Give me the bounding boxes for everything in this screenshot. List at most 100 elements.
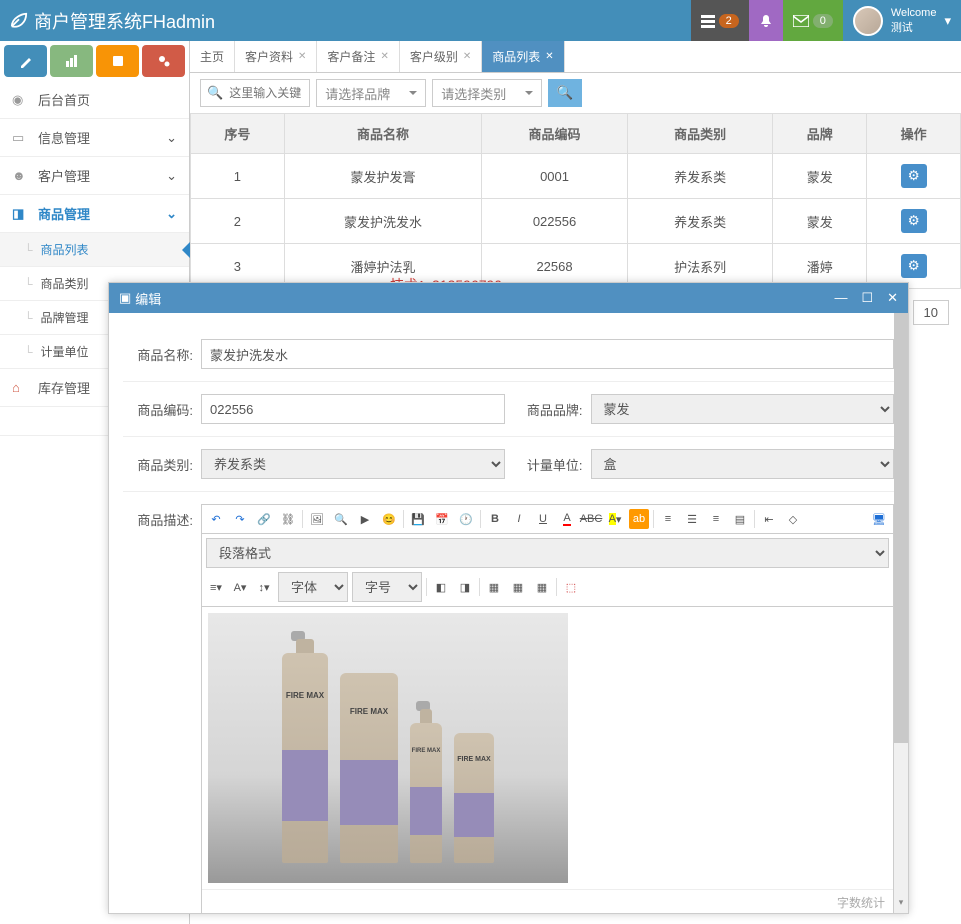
unit-select[interactable]: 盒	[591, 449, 895, 479]
mail-button[interactable]: 0	[783, 0, 843, 41]
format-select[interactable]: 段落格式	[206, 538, 889, 568]
bold-icon[interactable]: B	[485, 509, 505, 529]
cell-code: 0001	[482, 154, 628, 199]
cogs-icon	[157, 54, 171, 68]
tab-cust-level[interactable]: 客户级别✕	[400, 41, 482, 72]
tab-product-list[interactable]: 商品列表✕	[482, 41, 564, 72]
desc-label: 商品描述:	[123, 504, 193, 913]
page-size[interactable]: 10	[913, 300, 949, 325]
user-name: 测试	[891, 19, 937, 35]
unlink-icon[interactable]: ⛓	[278, 509, 298, 529]
nav-product[interactable]: ◨商品管理⌄	[0, 195, 189, 233]
edit-modal: ▣ 编辑 — ☐ ✕ 商品名称: 商品编码: 商品品牌: 蒙发 商品类别: 养发	[108, 282, 909, 914]
tasks-button[interactable]: 2	[691, 0, 749, 41]
align-left-icon[interactable]: ≡	[658, 509, 678, 529]
row-action-button[interactable]: ⚙	[901, 254, 927, 278]
search-button[interactable]: 🔍	[548, 79, 582, 107]
italic-icon[interactable]: I	[509, 509, 529, 529]
app-header: 商户管理系统FHadmin 2 0 Welcome 测试 ▾	[0, 0, 961, 41]
close-button[interactable]: ✕	[887, 290, 898, 306]
editor-content[interactable]: FIRE MAX FIRE MAX FIRE MAX FIRE MAX	[202, 607, 893, 889]
strike-icon[interactable]: ABC	[581, 509, 601, 529]
spacing-icon[interactable]: ↕▾	[254, 577, 274, 597]
lineheight-icon[interactable]: ≡▾	[206, 577, 226, 597]
source-icon[interactable]: ⬚	[561, 577, 581, 597]
table3-icon[interactable]: ▦	[532, 577, 552, 597]
scrollbar[interactable]: ▾	[894, 313, 908, 913]
marker-icon[interactable]: ab	[629, 509, 649, 529]
color-icon[interactable]: A	[557, 509, 577, 529]
brand-select[interactable]: 蒙发	[591, 394, 895, 424]
highlight-icon[interactable]: A▾	[605, 509, 625, 529]
tool-stats[interactable]	[50, 45, 93, 77]
zoom-icon[interactable]: 🔍	[331, 509, 351, 529]
tool-edit[interactable]	[4, 45, 47, 77]
align-justify-icon[interactable]: ▤	[730, 509, 750, 529]
stats-icon	[65, 54, 79, 68]
close-icon[interactable]: ✕	[463, 51, 471, 62]
brand-select[interactable]: 请选择品牌	[316, 79, 426, 107]
maximize-button[interactable]: ☐	[861, 290, 873, 306]
scroll-down-icon[interactable]: ▾	[894, 897, 908, 913]
nav-info[interactable]: ▭信息管理⌄	[0, 119, 189, 157]
underline-icon[interactable]: U	[533, 509, 553, 529]
cell-cate: 养发系类	[627, 154, 773, 199]
leaf-icon	[10, 12, 28, 30]
nav-home[interactable]: ◉后台首页	[0, 81, 189, 119]
tab-cust-info[interactable]: 客户资料✕	[235, 41, 317, 72]
row-action-button[interactable]: ⚙	[901, 209, 927, 233]
font-select[interactable]: 字体	[278, 572, 348, 602]
size-select[interactable]: 字号	[352, 572, 422, 602]
save-icon[interactable]: 💾	[408, 509, 428, 529]
nav-customer[interactable]: ☻客户管理⌄	[0, 157, 189, 195]
tab-cust-note[interactable]: 客户备注✕	[317, 41, 399, 72]
table2-icon[interactable]: ▦	[508, 577, 528, 597]
book-icon	[111, 54, 125, 68]
col-code: 商品编码	[482, 114, 628, 154]
time-icon[interactable]: 🕐	[456, 509, 476, 529]
subnav-product-list[interactable]: └商品列表	[0, 233, 189, 267]
search-box[interactable]: 🔍	[200, 79, 310, 107]
align-center-icon[interactable]: ☰	[682, 509, 702, 529]
search-input[interactable]	[229, 81, 309, 105]
minimize-button[interactable]: —	[834, 290, 847, 306]
tool-book[interactable]	[96, 45, 139, 77]
float-right-icon[interactable]: ◨	[455, 577, 475, 597]
close-icon[interactable]: ✕	[545, 51, 553, 62]
name-input[interactable]	[201, 339, 894, 369]
align-right-icon[interactable]: ≡	[706, 509, 726, 529]
video-icon[interactable]: ▶	[355, 509, 375, 529]
app-title: 商户管理系统FHadmin	[0, 8, 215, 34]
undo-icon[interactable]: ↶	[206, 509, 226, 529]
redo-icon[interactable]: ↷	[230, 509, 250, 529]
mail-icon	[793, 15, 809, 27]
notifications-button[interactable]	[749, 0, 783, 41]
close-icon[interactable]: ✕	[298, 51, 306, 62]
image-icon[interactable]: 🖼	[307, 509, 327, 529]
emoji-icon[interactable]: 😊	[379, 509, 399, 529]
tab-home[interactable]: 主页	[190, 41, 235, 72]
fullscreen-icon[interactable]: 🖥	[869, 509, 889, 529]
word-counter[interactable]: 字数统计	[202, 889, 893, 913]
brand-label: 商品品牌:	[513, 394, 583, 424]
table-icon[interactable]: ▦	[484, 577, 504, 597]
user-menu[interactable]: Welcome 测试 ▾	[843, 0, 961, 41]
tool-settings[interactable]	[142, 45, 185, 77]
date-icon[interactable]: 📅	[432, 509, 452, 529]
users-icon: ☻	[12, 168, 30, 183]
eraser-icon[interactable]: ◇	[783, 509, 803, 529]
close-icon[interactable]: ✕	[380, 51, 388, 62]
code-input[interactable]	[201, 394, 505, 424]
row-action-button[interactable]: ⚙	[901, 164, 927, 188]
float-left-icon[interactable]: ◧	[431, 577, 451, 597]
cate-label: 商品类别:	[123, 449, 193, 479]
caret-down-icon: ▾	[944, 13, 951, 29]
category-select[interactable]: 请选择类别	[432, 79, 542, 107]
cell-name: 蒙发护发膏	[284, 154, 481, 199]
cate-select[interactable]: 养发系类	[201, 449, 505, 479]
product-image: FIRE MAX FIRE MAX FIRE MAX FIRE MAX	[208, 613, 568, 883]
link-icon[interactable]: 🔗	[254, 509, 274, 529]
outdent-icon[interactable]: ⇤	[759, 509, 779, 529]
tasks-icon	[701, 14, 715, 28]
fontcolor-icon[interactable]: A▾	[230, 577, 250, 597]
